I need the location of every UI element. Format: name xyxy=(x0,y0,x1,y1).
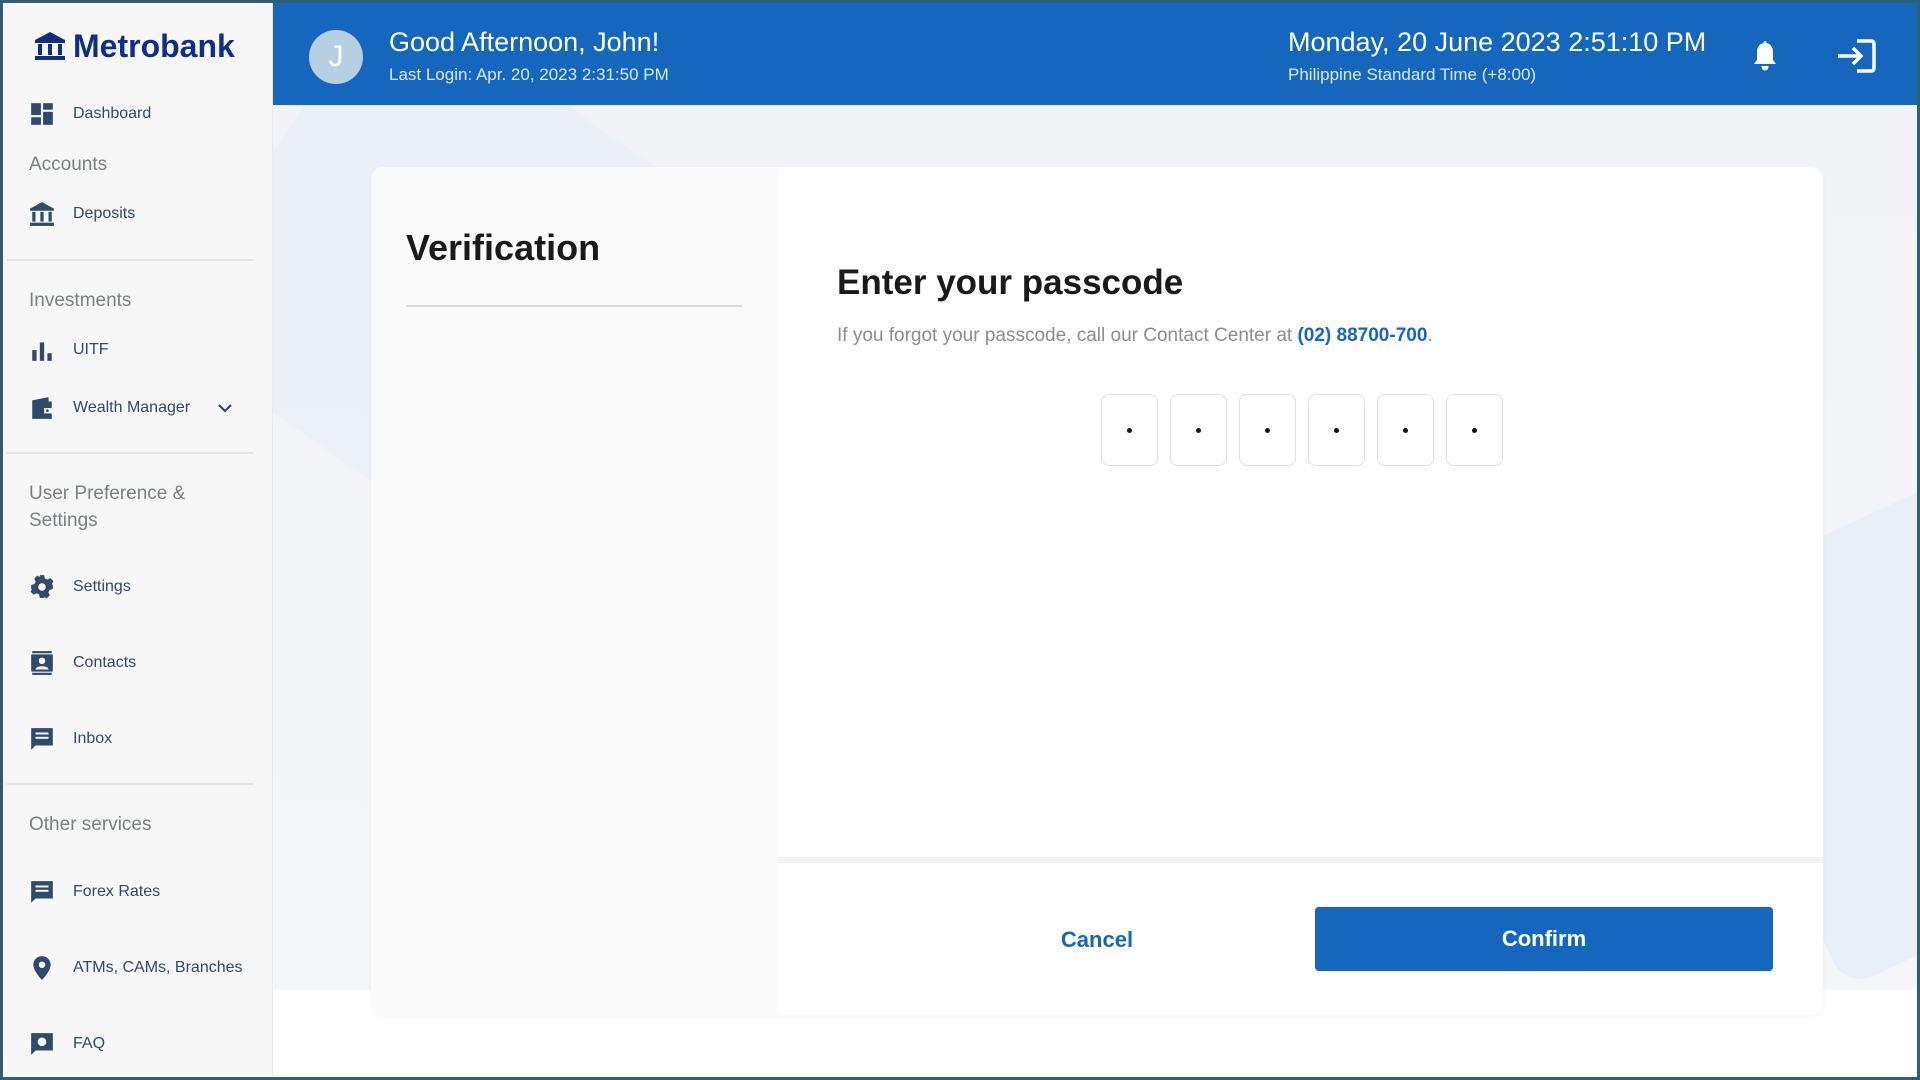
sidebar-item-settings[interactable]: Settings xyxy=(29,571,131,603)
sidebar-item-contacts[interactable]: Contacts xyxy=(29,647,136,679)
passcode-digit-2[interactable] xyxy=(1170,394,1227,466)
title-divider xyxy=(406,305,742,307)
top-header: J Good Afternoon, John! Last Login: Apr.… xyxy=(273,3,1917,105)
sidebar-item-forex-rates[interactable]: Forex Rates xyxy=(29,876,160,908)
masked-dot xyxy=(1265,427,1270,433)
sidebar-item-faq[interactable]: FAQ xyxy=(29,1028,105,1060)
masked-dot xyxy=(1403,427,1408,433)
passcode-heading: Enter your passcode xyxy=(837,263,1184,302)
gear-icon xyxy=(30,575,54,599)
passcode-digit-4[interactable] xyxy=(1308,394,1365,466)
sidebar-divider xyxy=(7,259,253,261)
sidebar-item-label: Wealth Manager xyxy=(73,399,191,416)
card-right-panel: Enter your passcode If you forgot your p… xyxy=(777,167,1823,857)
cancel-button[interactable]: Cancel xyxy=(977,913,1217,967)
contacts-icon xyxy=(31,651,53,675)
greeting-text: Good Afternoon, John! xyxy=(389,27,660,57)
masked-dot xyxy=(1472,427,1477,433)
sidebar-item-label: Inbox xyxy=(73,730,113,747)
masked-dot xyxy=(1127,427,1132,433)
dashboard-icon xyxy=(31,103,53,125)
sidebar-item-dashboard[interactable]: Dashboard xyxy=(29,98,151,130)
brand-name: Metrobank xyxy=(73,27,235,64)
app-window: Metrobank Dashboard Accounts Deposits In… xyxy=(0,0,1920,1080)
section-label-investments: Investments xyxy=(29,290,132,311)
bar-chart-icon xyxy=(32,342,52,361)
confirm-button[interactable]: Confirm xyxy=(1315,907,1773,971)
section-label-preferences: User Preference & Settings xyxy=(29,483,186,531)
card-footer: Cancel Confirm xyxy=(777,857,1823,1015)
sidebar-divider xyxy=(7,783,253,785)
verification-card: Verification Enter your passcode If you … xyxy=(371,167,1823,1015)
bank-icon xyxy=(30,202,54,226)
sidebar-item-label: Forex Rates xyxy=(73,883,161,900)
message-icon xyxy=(31,881,53,903)
passcode-digit-3[interactable] xyxy=(1239,394,1296,466)
sidebar-item-atms-branches[interactable]: ATMs, CAMs, Branches xyxy=(29,952,243,984)
passcode-digit-1[interactable] xyxy=(1101,394,1158,466)
chevron-down-icon[interactable] xyxy=(216,399,234,417)
sidebar-item-inbox[interactable]: Inbox xyxy=(29,723,112,755)
metrobank-logo[interactable]: Metrobank xyxy=(33,23,235,69)
sidebar-divider xyxy=(7,452,253,454)
passcode-digit-6[interactable] xyxy=(1446,394,1503,466)
passcode-input-group xyxy=(1101,394,1503,466)
hint-text: If you forgot your passcode, call our Co… xyxy=(837,325,1298,346)
avatar[interactable]: J xyxy=(309,30,363,84)
sidebar-item-label: Deposits xyxy=(73,205,136,222)
passcode-hint: If you forgot your passcode, call our Co… xyxy=(837,325,1433,347)
logout-icon[interactable] xyxy=(1835,37,1877,75)
current-datetime: Monday, 20 June 2023 2:51:10 PM xyxy=(1288,27,1707,57)
message-icon xyxy=(31,728,53,750)
sidebar-item-wealth-manager[interactable]: Wealth Manager xyxy=(29,392,234,424)
masked-dot xyxy=(1334,427,1339,433)
location-pin-icon xyxy=(33,956,51,980)
sidebar: Metrobank Dashboard Accounts Deposits In… xyxy=(3,3,273,1077)
bank-logo-icon xyxy=(35,32,65,60)
section-label-other-services: Other services xyxy=(29,814,152,835)
passcode-digit-5[interactable] xyxy=(1377,394,1434,466)
timezone-text: Philippine Standard Time (+8:00) xyxy=(1288,65,1537,84)
wallet-icon xyxy=(32,397,53,419)
sidebar-item-label: ATMs, CAMs, Branches xyxy=(73,959,243,976)
contact-center-phone-link[interactable]: (02) 88700-700 xyxy=(1297,325,1427,346)
sidebar-item-deposits[interactable]: Deposits xyxy=(29,198,135,230)
sidebar-item-label: Settings xyxy=(73,578,131,595)
card-left-panel: Verification xyxy=(371,167,777,1015)
sidebar-item-label: Dashboard xyxy=(73,105,152,122)
sidebar-item-label: Contacts xyxy=(73,654,137,671)
bell-icon[interactable] xyxy=(1750,39,1780,73)
page-title: Verification xyxy=(406,227,601,268)
last-login-text: Last Login: Apr. 20, 2023 2:31:50 PM xyxy=(389,65,669,84)
masked-dot xyxy=(1196,427,1201,433)
sidebar-item-label: UITF xyxy=(73,341,109,358)
sidebar-item-uitf[interactable]: UITF xyxy=(29,334,109,366)
section-label-accounts: Accounts xyxy=(29,154,108,175)
hint-end: . xyxy=(1427,325,1433,346)
sidebar-item-label: FAQ xyxy=(73,1035,106,1052)
faq-icon xyxy=(31,1033,53,1055)
